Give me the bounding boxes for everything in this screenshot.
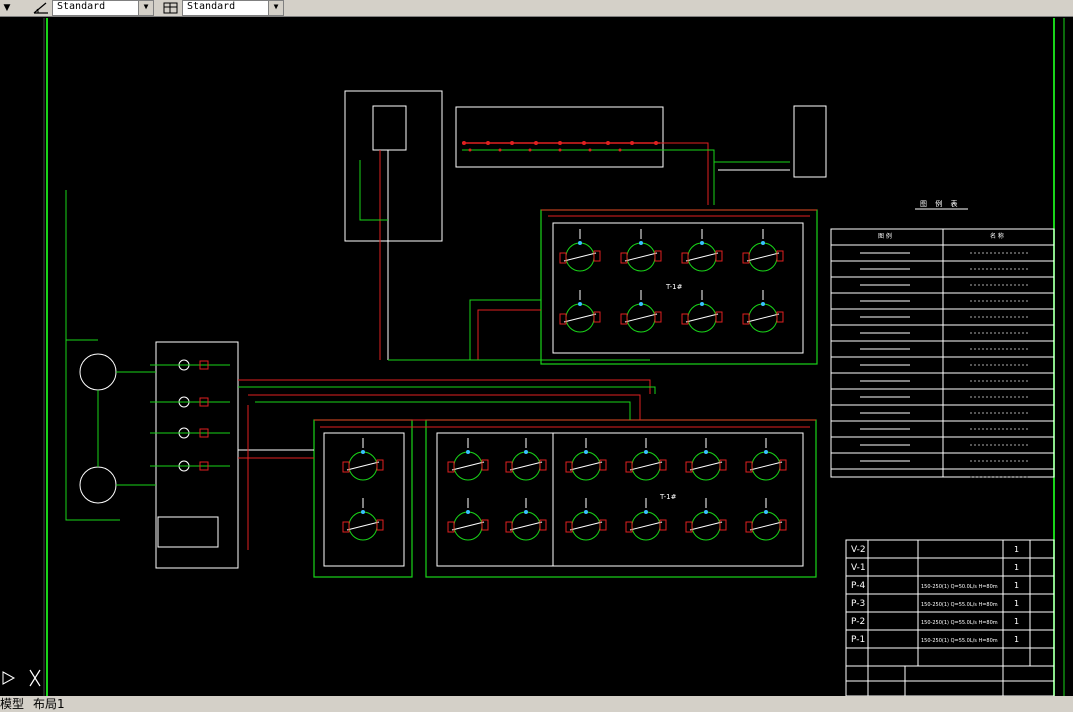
filter-cell	[559, 229, 601, 272]
filter-cell	[742, 290, 784, 333]
layout-tab-bar: 模型 布局1	[0, 696, 1073, 712]
filter-cell	[342, 498, 384, 541]
dimstyle-combo[interactable]: Standard ▼	[52, 0, 154, 16]
equipment-qty: 1	[1014, 599, 1019, 608]
header-pipe-box	[455, 106, 664, 168]
equipment-code: V-2	[851, 545, 866, 555]
filter-cell	[625, 498, 667, 541]
tab-model[interactable]: 模型	[0, 696, 24, 712]
equipment-code: P-3	[851, 599, 865, 609]
toolbar-dropdown-icon[interactable]: ▼	[0, 0, 14, 16]
filter-cell	[620, 229, 662, 272]
toolbar: ▼ Standard ▼ Standard ▼	[0, 0, 1073, 17]
filter-cell	[681, 229, 723, 272]
filter-cell	[685, 498, 727, 541]
control-panel-box	[372, 105, 407, 151]
equipment-rows: V-2 1 V-1 1 P-4 150-250(1) Q=50.0L/s H=80m 1 P-…	[846, 539, 1054, 649]
equipment-spec: 150-250(1) Q=55.0L/s H=80m	[921, 620, 998, 626]
tab-layout[interactable]: 布局1	[33, 696, 65, 712]
filter-cell	[685, 438, 727, 481]
equipment-qty: 1	[1014, 617, 1019, 626]
chevron-down-icon[interactable]: ▼	[268, 1, 283, 15]
filter-cell	[447, 438, 489, 481]
water-tank-2	[79, 466, 117, 504]
tablestyle-combo[interactable]: Standard ▼	[182, 0, 284, 16]
pump-symbol	[150, 427, 230, 439]
filter-cell	[625, 438, 667, 481]
equipment-code: P-2	[851, 617, 865, 627]
pump-symbol	[150, 460, 230, 472]
upper-unit-label: T-1#	[665, 283, 683, 291]
svg-text:T-1#: T-1#	[659, 493, 677, 501]
filter-cell	[742, 229, 784, 272]
filter-cell	[505, 498, 547, 541]
filter-cell	[565, 498, 607, 541]
filter-cell	[559, 290, 601, 333]
filter-cell	[745, 498, 787, 541]
equipment-code: P-4	[851, 581, 865, 591]
tablestyle-value: Standard	[187, 1, 236, 12]
filter-cell	[745, 438, 787, 481]
dimstyle-value: Standard	[57, 1, 106, 12]
equipment-spec: 150-250(1) Q=55.0L/s H=80m	[921, 638, 998, 644]
pump-group	[150, 359, 230, 472]
equipment-qty: 1	[1014, 563, 1019, 572]
chevron-down-icon[interactable]: ▼	[138, 1, 153, 15]
equipment-code: P-1	[851, 635, 865, 645]
drawing-canvas[interactable]: T-1# T-1# 图 例 表 图 例 名 称 V-2 1 V-1 1 P-4 150-2…	[0, 16, 1073, 696]
dim-style-icon[interactable]	[32, 1, 50, 15]
pump-symbol	[150, 359, 230, 371]
legend-head-symbol: 图 例	[878, 232, 892, 240]
water-tank-1	[79, 353, 117, 391]
equipment-code: V-1	[851, 563, 866, 573]
tank-box	[793, 105, 827, 178]
filter-cell	[681, 290, 723, 333]
filter-cell	[447, 498, 489, 541]
legend-head-name: 名 称	[990, 232, 1004, 240]
equipment-spec: 150-250(1) Q=50.0L/s H=80m	[921, 584, 998, 590]
equipment-qty: 1	[1014, 581, 1019, 590]
filter-cell	[342, 438, 384, 481]
equipment-table	[845, 539, 1055, 696]
ucs-icon	[2, 671, 16, 685]
pump-station-box	[155, 341, 239, 569]
filter-cell	[620, 290, 662, 333]
lower-main-unit-frame	[425, 419, 817, 578]
legend-title: 图 例 表	[920, 199, 960, 208]
equipment-qty: 1	[1014, 545, 1019, 554]
lower-cell-group	[342, 438, 787, 541]
upper-cell-group	[559, 229, 784, 333]
table-style-icon[interactable]	[162, 1, 180, 15]
equipment-spec: 150-250(1) Q=55.0L/s H=80m	[921, 602, 998, 608]
pump-symbol	[150, 396, 230, 408]
filter-cell	[565, 438, 607, 481]
equipment-qty: 1	[1014, 635, 1019, 644]
filter-cell	[505, 438, 547, 481]
